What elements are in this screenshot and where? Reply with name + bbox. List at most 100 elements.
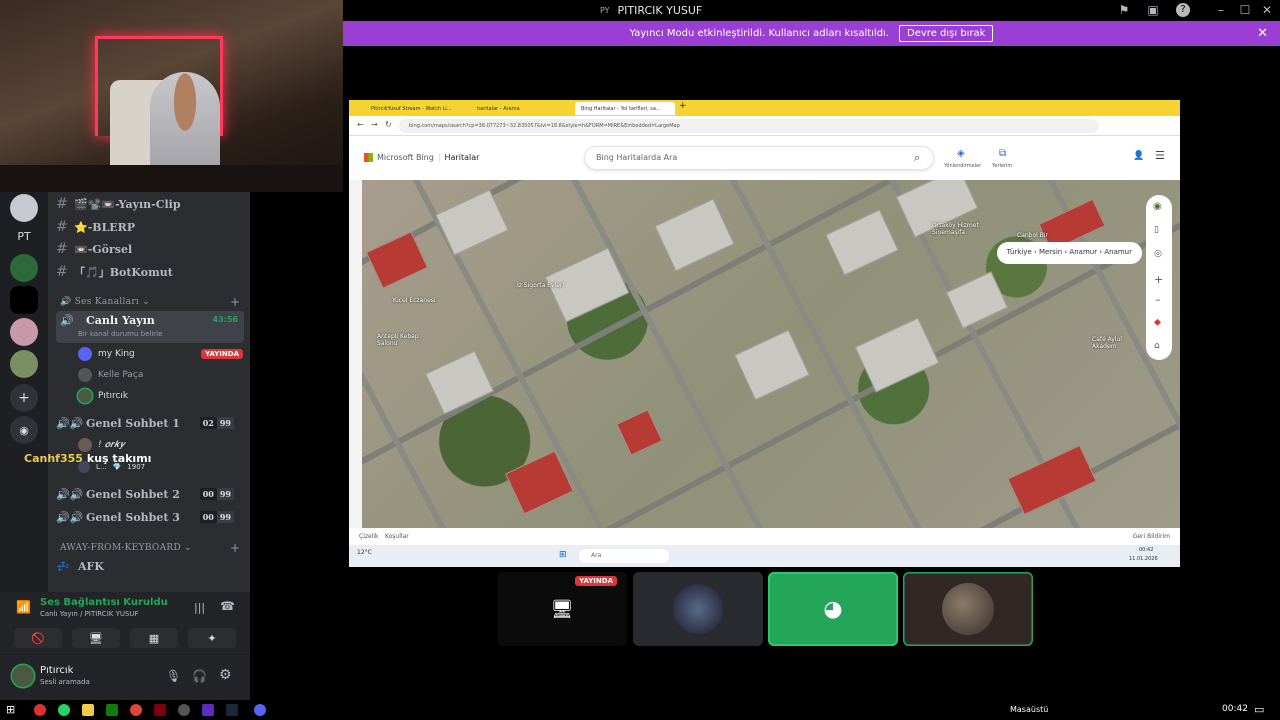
help-icon[interactable]: ? [1176,3,1190,17]
whatsapp-icon[interactable] [58,704,70,716]
steam-icon[interactable] [226,704,238,716]
search-app-icon[interactable] [130,704,142,716]
locate-me-icon[interactable]: ◎ [1154,249,1162,259]
footer-link[interactable]: Çizelik [359,533,379,540]
disable-streamer-mode-button[interactable]: Devre dışı bırak [899,25,994,42]
bing-logo[interactable]: Microsoft Bing | Haritalar [364,153,479,162]
voice-member[interactable]: Pıtırcık [78,387,243,405]
noise-suppression-icon[interactable]: ||| [194,601,205,614]
banner-close-icon[interactable]: ✕ [1257,26,1268,41]
windows-start-icon[interactable]: ⊞ [6,703,15,716]
back-icon[interactable]: ← [357,120,364,129]
directions-link[interactable]: Yönlendirmeler [944,163,981,169]
voice-member[interactable]: Kelle Paça [78,366,243,384]
voice-channel-genel-2[interactable]: 🔊🔊 Genel Sohbet 2 00 99 [56,484,244,504]
stream-view[interactable]: PitircikYusuf Stream - Watch Li... harit… [349,100,1180,567]
soundboard-button[interactable]: ✦ [188,628,236,648]
app-icon-purple[interactable] [202,704,214,716]
participant-tile-stream[interactable]: 🖥 YAYINDA [497,572,627,646]
zoom-out-icon[interactable]: – [1155,293,1161,306]
server-icon-6[interactable] [10,350,38,378]
voice-channel-genel-3[interactable]: 🔊🔊 Genel Sohbet 3 00 99 [56,507,244,527]
screen-icon[interactable]: ▣ [1146,3,1160,17]
user-avatar[interactable] [12,665,34,687]
forward-icon[interactable]: → [371,120,378,129]
system-clock[interactable]: 00:42 [1222,704,1248,714]
channel-botkomut[interactable]: # 「🎵」 BotKomut [56,262,244,282]
map-style-icon[interactable]: ◉ [1153,201,1162,212]
participant-tile[interactable] [633,572,763,646]
map-label[interactable]: Antepli Kebap Salonu [377,333,427,347]
desktop-label[interactable]: Masaüstü [1010,705,1048,714]
app-icon-gray[interactable] [178,704,190,716]
server-icon-5[interactable] [10,318,38,346]
add-channel-icon[interactable]: + [230,295,240,309]
add-channel-icon[interactable]: + [230,541,240,555]
map-label[interactable]: Ortaköy Hizmet Sinemaşifa [932,222,1002,236]
screen-share-button[interactable]: 🖥 [72,628,120,648]
traffic-icon[interactable]: ▯ [1154,225,1159,235]
new-tab-icon[interactable]: + [679,101,687,111]
map-label[interactable]: Yücel Eczanesi [392,297,436,304]
voice-channel-genel-1[interactable]: 🔊🔊 Genel Sohbet 1 02 99 [56,413,244,433]
channel-blerp[interactable]: # ⭐ -BLERP [56,217,244,237]
voice-category[interactable]: 🔊 Ses Kanalları ⌄ [60,297,150,307]
disconnect-icon[interactable]: ☎ [220,599,235,613]
participant-tile[interactable] [903,572,1033,646]
add-server-icon[interactable]: + [10,384,38,412]
feedback-link[interactable]: Geri Bildirim [1133,533,1170,540]
channel-gorsel[interactable]: # 📼 -Görsel [56,239,244,259]
camera-toggle-button[interactable]: 🚫 [14,628,62,648]
search-icon[interactable]: ⌕ [914,151,920,165]
places-icon[interactable]: ⧉ [999,148,1006,159]
browser-tab[interactable]: haritalar - Arama [471,102,571,115]
participant-tile-speaking[interactable]: ◕ [768,572,898,646]
map-label[interactable]: Café Aylul Akadem [1092,336,1142,350]
voice-channel-live[interactable]: 🔊 Canlı Yayın 43:56 Bir kanal durumu bel… [56,311,244,343]
headphones-icon[interactable]: 🎧 [192,669,207,683]
account-icon[interactable]: 👤 [1133,151,1144,161]
url-field[interactable]: bing.com/maps/search?cp=36.077273~32.835… [399,119,1099,133]
file-explorer-icon[interactable] [82,704,94,716]
directions-icon[interactable]: ◈ [957,148,965,159]
discord-icon[interactable] [254,704,266,716]
inbox-icon[interactable]: ⚑ [1117,3,1131,17]
map-search-input[interactable]: Bing Haritalarda Ara [584,146,934,170]
connection-status[interactable]: Ses Bağlantısı Kuruldu [40,597,168,608]
browser-tab[interactable]: PitircikYusuf Stream - Watch Li... [365,102,465,115]
discover-icon[interactable]: ◉ [10,416,38,444]
app-icon-dark-red[interactable] [154,704,166,716]
voice-channel-afk[interactable]: 💤 AFK [56,556,244,576]
xbox-icon[interactable] [106,704,118,716]
server-icon-3[interactable] [10,254,38,282]
server-icon-4[interactable] [10,286,38,314]
satellite-map[interactable]: Yücel Eczanesi İz Sigorta Evleri Antepli… [362,180,1180,528]
menu-icon[interactable]: ☰ [1155,149,1165,162]
channel-yayin-clip[interactable]: # 🎬📽️📼 -Yayın-Clip [56,194,244,214]
map-label[interactable]: Canbol Bir [1017,232,1048,239]
places-link[interactable]: Yerlerim [992,163,1012,169]
server-icon-1[interactable] [10,194,38,222]
settings-gear-icon[interactable]: ⚙ [219,667,232,683]
browser-tab-active[interactable]: Bing Haritalar - Yol tarifleri, sa... [575,102,675,115]
connection-channel[interactable]: Canlı Yayın / PITIRCIK YUSUF [40,610,139,618]
microphone-icon[interactable]: 🎙 [166,669,181,683]
activities-button[interactable]: ▦ [130,628,178,648]
app-icon-red[interactable] [34,704,46,716]
afk-category[interactable]: AWAY-FROM-KEYBOARD ⌄ [60,543,192,553]
server-pt[interactable]: PT [10,222,38,250]
reload-icon[interactable]: ↻ [385,120,392,129]
zoom-in-icon[interactable]: + [1154,273,1163,286]
notification-icon[interactable]: ▭ [1254,703,1264,716]
close-icon[interactable]: ✕ [1260,3,1274,17]
maximize-icon[interactable]: ☐ [1238,3,1252,17]
channel-status-input[interactable]: Bir kanal durumu belirle [78,330,162,338]
tilt-icon[interactable]: ⌂ [1154,341,1160,351]
signal-icon[interactable]: 📶 [16,600,31,614]
voice-member[interactable]: my King YAYINDA [78,345,243,363]
location-breadcrumb[interactable]: Türkiye › Mersin › Anamur › Anamur [996,242,1142,264]
map-label[interactable]: İz Sigorta Evleri [517,282,564,289]
minimize-icon[interactable]: – [1214,3,1228,17]
footer-link[interactable]: Koşullar [385,533,409,540]
compass-icon[interactable]: ⬥ [1154,317,1161,328]
